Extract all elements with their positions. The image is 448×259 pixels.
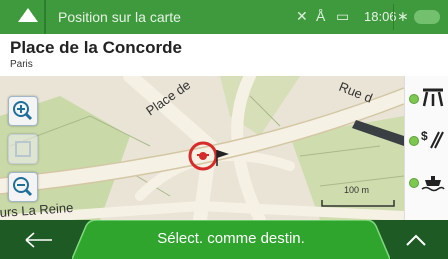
screen-title: Position sur la carte [58,9,181,25]
battery-icon: ▭ [336,8,350,24]
place-name: Place de la Concorde [10,38,182,57]
sidebar-item-ferry[interactable] [405,160,448,202]
person-icon: Å [316,8,326,24]
ferry-icon [421,176,445,192]
map-canvas[interactable]: Place de Rue d urs La Reine 100 m [0,76,404,220]
scale-label: 100 m [344,185,369,195]
toll-road-icon: $ [421,129,444,149]
status-indicator [409,136,419,146]
zoom-out-button[interactable] [8,172,38,202]
top-bar-divider [44,0,46,34]
map-view[interactable]: Place de Rue d urs La Reine 100 m [0,76,404,220]
menu-up-icon[interactable] [18,8,38,22]
status-indicator [409,94,419,104]
sidebar-item-highway[interactable] [405,76,448,118]
sidebar-item-toll[interactable]: $ [405,118,448,160]
select-as-destination-label: Sélect. comme destin. [157,230,305,247]
expand-up-icon[interactable] [404,230,428,250]
select-as-destination-button[interactable]: Sélect. comme destin. [72,220,390,259]
top-bar: Position sur la carte ✕ Å ▭ 18:06 ∗ [0,0,448,34]
back-arrow-icon[interactable] [22,228,56,252]
top-bar-divider [393,4,394,30]
status-indicator [409,178,419,188]
view-mode-icon [15,141,31,157]
highway-icon [422,88,444,107]
zoom-in-icon [13,101,33,121]
place-header: Place de la Concorde Paris [0,34,448,76]
place-city: Paris [10,59,33,70]
rotate-view-button[interactable] [8,134,38,164]
zoom-out-icon [13,177,33,197]
satellite-icon: ✕ [296,8,308,24]
zoom-in-button[interactable] [8,96,38,126]
chat-bubble-icon[interactable] [414,10,440,24]
clock: 18:06 [364,9,397,24]
bluetooth-icon: ∗ [397,8,409,24]
svg-text:$: $ [421,129,428,143]
street-label: Rue d [337,79,375,106]
route-options-sidebar: $ [404,76,448,220]
bottom-bar: Sélect. comme destin. [0,220,448,259]
